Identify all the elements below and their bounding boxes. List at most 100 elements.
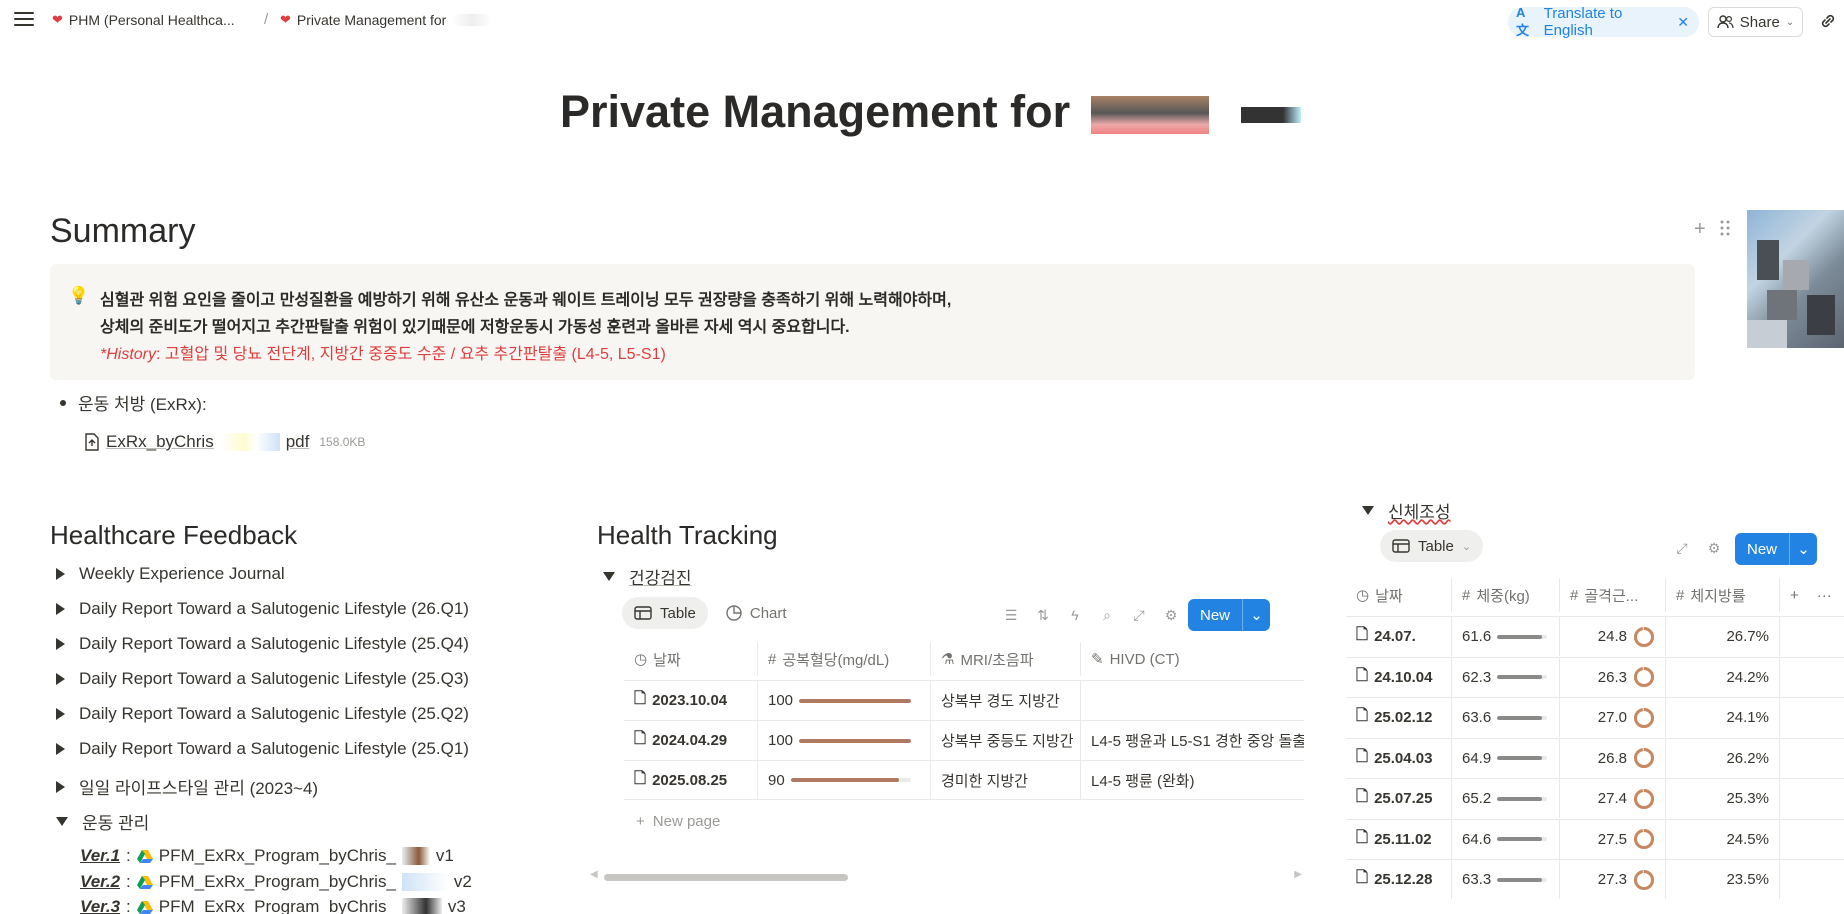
- tracking-view-tabs: Table Chart: [622, 597, 799, 629]
- link-icon[interactable]: [1818, 11, 1838, 31]
- column-actions: + ···: [1780, 578, 1844, 612]
- body-new-button[interactable]: New ⌄: [1735, 533, 1818, 565]
- search-icon[interactable]: ⌕: [1097, 605, 1117, 625]
- weight-value: 61.6: [1462, 628, 1492, 645]
- column-header-hivd[interactable]: ✎ HIVD (CT): [1081, 642, 1304, 676]
- column-header-date[interactable]: ◷ 날짜: [1346, 578, 1452, 612]
- close-icon[interactable]: ✕: [1677, 14, 1689, 31]
- program-link-v3[interactable]: Ver.3: PFM_ExRx_Program_byChris_ v3: [80, 897, 466, 914]
- history-text: : 고혈압 및 당뇨 전단계, 지방간 중증도 수준 / 요추 추간판탈출 (L…: [156, 346, 666, 363]
- table-row[interactable]: 🗋 25.02.12 63.6 27.0 24.1%: [1346, 697, 1844, 737]
- table-row[interactable]: 🗋 25.12.28 63.3 27.3 23.5%: [1346, 859, 1844, 899]
- redacted-text: [401, 847, 430, 865]
- expand-icon[interactable]: ⤢: [1672, 538, 1692, 558]
- toggle-exercise-management[interactable]: 운동 관리: [56, 809, 149, 834]
- drag-handle-icon[interactable]: [1718, 219, 1732, 237]
- triangle-down-icon: [1362, 506, 1374, 515]
- redacted-text: [452, 14, 493, 26]
- clock-icon: ◷: [1356, 587, 1370, 604]
- toggle-label: Daily Report Toward a Salutogenic Lifest…: [79, 634, 469, 653]
- heart-icon: ❤: [52, 12, 63, 27]
- lightning-icon[interactable]: ϟ: [1065, 605, 1085, 625]
- tab-table[interactable]: Table ⌄: [1380, 530, 1484, 562]
- toggle-daily-report[interactable]: Daily Report Toward a Salutogenic Lifest…: [56, 599, 469, 619]
- toggle-daily-report[interactable]: Daily Report Toward a Salutogenic Lifest…: [56, 669, 469, 689]
- add-block-icon[interactable]: +: [1694, 218, 1706, 241]
- progress-ring: [1634, 626, 1654, 647]
- exrx-file-link[interactable]: ExRx_byChris pdf 158.0KB: [84, 432, 365, 452]
- table-row[interactable]: 🗋 24.10.04 62.3 26.3 24.2%: [1346, 656, 1844, 697]
- triangle-right-icon: [56, 780, 65, 793]
- toggle-daily-report[interactable]: Daily Report Toward a Salutogenic Lifest…: [56, 739, 469, 759]
- table-row[interactable]: 🗋 25.04.03 64.9 26.8 26.2%: [1346, 737, 1844, 778]
- redacted-text: [401, 898, 442, 914]
- column-header-date[interactable]: ◷ 날짜: [624, 642, 758, 676]
- column-header-glucose[interactable]: # 공복혈당(mg/dL): [758, 642, 931, 676]
- toggle-lifestyle-2023[interactable]: 일일 라이프스타일 관리 (2023~4): [56, 774, 318, 799]
- redacted-name: [1090, 96, 1209, 135]
- glucose-value: 90: [768, 771, 785, 789]
- column-header-weight[interactable]: # 체중(kg): [1452, 578, 1560, 612]
- tab-chart[interactable]: Chart: [714, 597, 799, 629]
- breadcrumb-current[interactable]: ❤ Private Management for: [280, 12, 493, 28]
- mri-value: 상복부 경도 지방간: [941, 693, 1060, 710]
- weight-value: 64.6: [1462, 830, 1492, 848]
- column-header-mri[interactable]: ⚗ MRI/초음파: [931, 642, 1081, 676]
- add-column-icon[interactable]: +: [1790, 587, 1799, 604]
- program-link-v1[interactable]: Ver.1: PFM_ExRx_Program_byChris_ v1: [80, 846, 454, 866]
- progress-ring: [1634, 748, 1654, 768]
- glucose-bar: [799, 738, 912, 743]
- table-row[interactable]: 🗋 2023.10.04 100 상복부 경도 지방간: [624, 680, 1304, 720]
- translate-button[interactable]: A文 Translate to English ✕: [1508, 5, 1699, 39]
- program-link-v2[interactable]: Ver.2: PFM_ExRx_Program_byChris_ v2: [80, 872, 472, 892]
- file-upload-icon: [85, 433, 99, 451]
- table-icon: [1392, 539, 1410, 553]
- toggle-body-composition[interactable]: 신체조성: [1362, 498, 1451, 523]
- horizontal-scrollbar[interactable]: ◀ ▶: [590, 869, 1302, 883]
- sidebar-menu-icon[interactable]: [14, 12, 34, 28]
- toggle-daily-report[interactable]: Daily Report Toward a Salutogenic Lifest…: [56, 704, 469, 724]
- scrollbar-thumb[interactable]: [604, 874, 848, 881]
- date-value: 2025.08.25: [652, 771, 728, 789]
- chevron-down-icon[interactable]: ⌄: [1242, 599, 1270, 631]
- filter-icon[interactable]: ☰: [1001, 605, 1021, 625]
- column-header-muscle[interactable]: # 골격근...: [1560, 578, 1666, 612]
- tracking-new-button[interactable]: New ⌄: [1188, 599, 1271, 631]
- toggle-health-checkup[interactable]: 건강검진: [603, 564, 692, 589]
- chevron-down-icon[interactable]: ⌄: [1789, 533, 1817, 565]
- toggle-weekly-journal[interactable]: Weekly Experience Journal: [56, 564, 285, 584]
- weight-bar-fill: [1497, 715, 1543, 720]
- table-row[interactable]: 🗋 25.07.25 65.2 27.4 25.3%: [1346, 778, 1844, 818]
- scroll-left-icon[interactable]: ◀: [590, 869, 598, 880]
- tab-table[interactable]: Table: [622, 597, 708, 629]
- glucose-value: 100: [768, 692, 794, 709]
- new-page-button[interactable]: + New page: [636, 813, 720, 830]
- breadcrumb-parent[interactable]: ❤ PHM (Personal Healthca...: [52, 12, 235, 28]
- settings-icon[interactable]: ⚙: [1704, 538, 1724, 558]
- column-header-fat[interactable]: # 체지방률: [1666, 578, 1780, 612]
- table-row[interactable]: 🗋 2025.08.25 90 경미한 지방간 L4-5 팽륜 (완화): [624, 760, 1304, 800]
- share-button[interactable]: Share ⌄: [1708, 7, 1803, 37]
- fat-value: 23.5%: [1726, 871, 1769, 888]
- number-icon: #: [768, 650, 777, 668]
- file-name: ExRx_byChris: [106, 432, 214, 451]
- translate-icon: A文: [1516, 5, 1530, 38]
- program-suffix: v2: [453, 872, 472, 891]
- more-icon[interactable]: ···: [1817, 587, 1832, 604]
- settings-icon[interactable]: ⚙: [1161, 605, 1181, 625]
- table-row[interactable]: 🗋 25.11.02 64.6 27.5 24.5%: [1346, 818, 1844, 859]
- weight-value: 63.6: [1462, 709, 1492, 726]
- page-icon: 🗋: [634, 769, 647, 787]
- toggle-daily-report[interactable]: Daily Report Toward a Salutogenic Lifest…: [56, 634, 469, 654]
- table-row[interactable]: 🗋 24.07. 61.6 24.8 26.7%: [1346, 616, 1844, 656]
- column-label: 골격근...: [1584, 587, 1639, 605]
- scroll-right-icon[interactable]: ▶: [1294, 869, 1302, 880]
- file-size: 158.0KB: [319, 435, 366, 449]
- date-value: 2024.04.29: [652, 732, 728, 749]
- program-name: PFM_ExRx_Program_byChris_: [158, 897, 396, 914]
- expand-icon[interactable]: ⤢: [1129, 605, 1149, 625]
- sort-icon[interactable]: ⇅: [1033, 605, 1053, 625]
- tracking-heading: Health Tracking: [597, 520, 778, 551]
- table-row[interactable]: 🗋 2024.04.29 100 상복부 중등도 지방간 L4-5 팽윤과 L5-…: [624, 720, 1304, 760]
- program-suffix: v1: [435, 846, 454, 865]
